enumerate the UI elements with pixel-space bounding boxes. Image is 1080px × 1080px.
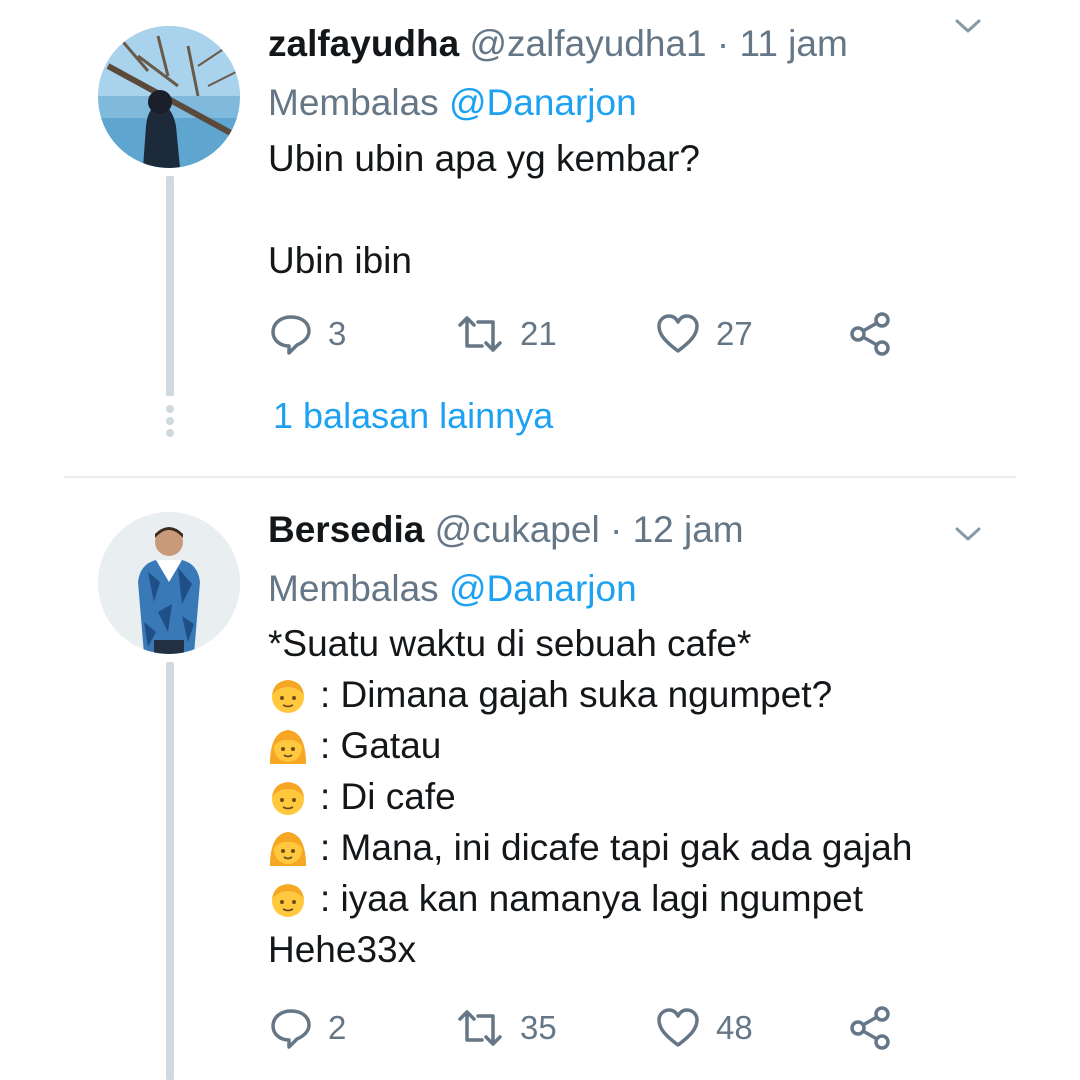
text-line: : Di cafe (268, 771, 912, 822)
retweet-button[interactable]: 21 (456, 312, 557, 356)
thread-line (166, 662, 174, 1080)
line-text: : iyaa kan namanya lagi ngumpet (320, 878, 864, 919)
chevron-down-icon[interactable] (955, 526, 981, 542)
heart-icon (657, 314, 699, 353)
reply-count: 2 (328, 1009, 347, 1046)
mention-link[interactable]: @Danarjon (449, 82, 637, 123)
like-button[interactable]: 48 (656, 1006, 753, 1050)
text-line: : Mana, ini dicafe tapi gak ada gajah (268, 822, 912, 873)
author-handle[interactable]: @zalfayudha1 (470, 23, 707, 64)
text-line: Hehe33x (268, 924, 912, 975)
thread-dots (166, 405, 174, 441)
more-replies-link[interactable]: 1 balasan lainnya (273, 395, 553, 437)
tweet-text: *Suatu waktu di sebuah cafe* : Dimana ga… (268, 618, 912, 975)
text-line (268, 184, 700, 235)
share-icon (850, 312, 890, 356)
mention-link[interactable]: @Danarjon (449, 568, 637, 609)
chevron-down-icon[interactable] (955, 18, 981, 34)
heart-icon (657, 1008, 699, 1047)
author-name[interactable]: Bersedia (268, 509, 424, 550)
tweet-header: zalfayudha @zalfayudha1 · 11 jam (268, 22, 848, 66)
reply-icon (271, 315, 311, 355)
tweet-bersedia[interactable]: Bersedia @cukapel · 12 jam Membalas @Dan… (0, 478, 1080, 1080)
reply-button[interactable]: 2 (270, 1006, 346, 1050)
share-icon (850, 1006, 890, 1050)
tweet-zalfayudha[interactable]: zalfayudha @zalfayudha1 · 11 jam Membala… (0, 0, 1080, 476)
text-line: Ubin ubin apa yg kembar? (268, 138, 700, 179)
replying-prefix: Membalas (268, 82, 439, 123)
line-text: : Dimana gajah suka ngumpet? (320, 674, 833, 715)
timestamp[interactable]: · 11 jam (717, 23, 848, 64)
like-count: 27 (716, 315, 753, 352)
share-button[interactable] (848, 312, 892, 356)
replying-to: Membalas @Danarjon (268, 82, 637, 124)
retweet-count: 35 (520, 1009, 557, 1046)
retweet-icon (458, 1010, 502, 1046)
text-line: : iyaa kan namanya lagi ngumpet (268, 873, 912, 924)
avatar[interactable] (98, 512, 240, 654)
like-button[interactable]: 27 (656, 312, 753, 356)
girl-face-icon (270, 729, 306, 764)
boy-face-icon (272, 883, 304, 917)
action-bar: 2 35 48 (270, 1006, 910, 1050)
timestamp[interactable]: · 12 jam (610, 509, 744, 550)
author-name[interactable]: zalfayudha (268, 23, 459, 64)
replying-to: Membalas @Danarjon (268, 568, 637, 610)
retweet-icon (458, 316, 502, 352)
line-text: : Gatau (320, 725, 442, 766)
retweet-button[interactable]: 35 (456, 1006, 557, 1050)
thread-line (166, 176, 174, 396)
text-line: *Suatu waktu di sebuah cafe* (268, 618, 912, 669)
retweet-count: 21 (520, 315, 557, 352)
author-handle[interactable]: @cukapel (435, 509, 600, 550)
tweet-header: Bersedia @cukapel · 12 jam (268, 508, 744, 552)
girl-face-icon (270, 831, 306, 866)
boy-face-icon (272, 679, 304, 713)
text-line: : Gatau (268, 720, 912, 771)
reply-count: 3 (328, 315, 347, 352)
tweet-text: Ubin ubin apa yg kembar? Ubin ibin (268, 133, 700, 286)
line-text: : Mana, ini dicafe tapi gak ada gajah (320, 827, 913, 868)
share-button[interactable] (848, 1006, 892, 1050)
line-text: Hehe33x (268, 929, 417, 970)
boy-face-icon (272, 781, 304, 815)
reply-icon (271, 1009, 311, 1049)
text-line: Ubin ibin (268, 240, 412, 281)
avatar[interactable] (98, 26, 240, 168)
reply-button[interactable]: 3 (270, 312, 346, 356)
action-bar: 3 21 27 (270, 312, 910, 356)
like-count: 48 (716, 1009, 753, 1046)
line-text: *Suatu waktu di sebuah cafe* (268, 623, 752, 664)
replying-prefix: Membalas (268, 568, 439, 609)
line-text: : Di cafe (320, 776, 456, 817)
text-line: : Dimana gajah suka ngumpet? (268, 669, 912, 720)
